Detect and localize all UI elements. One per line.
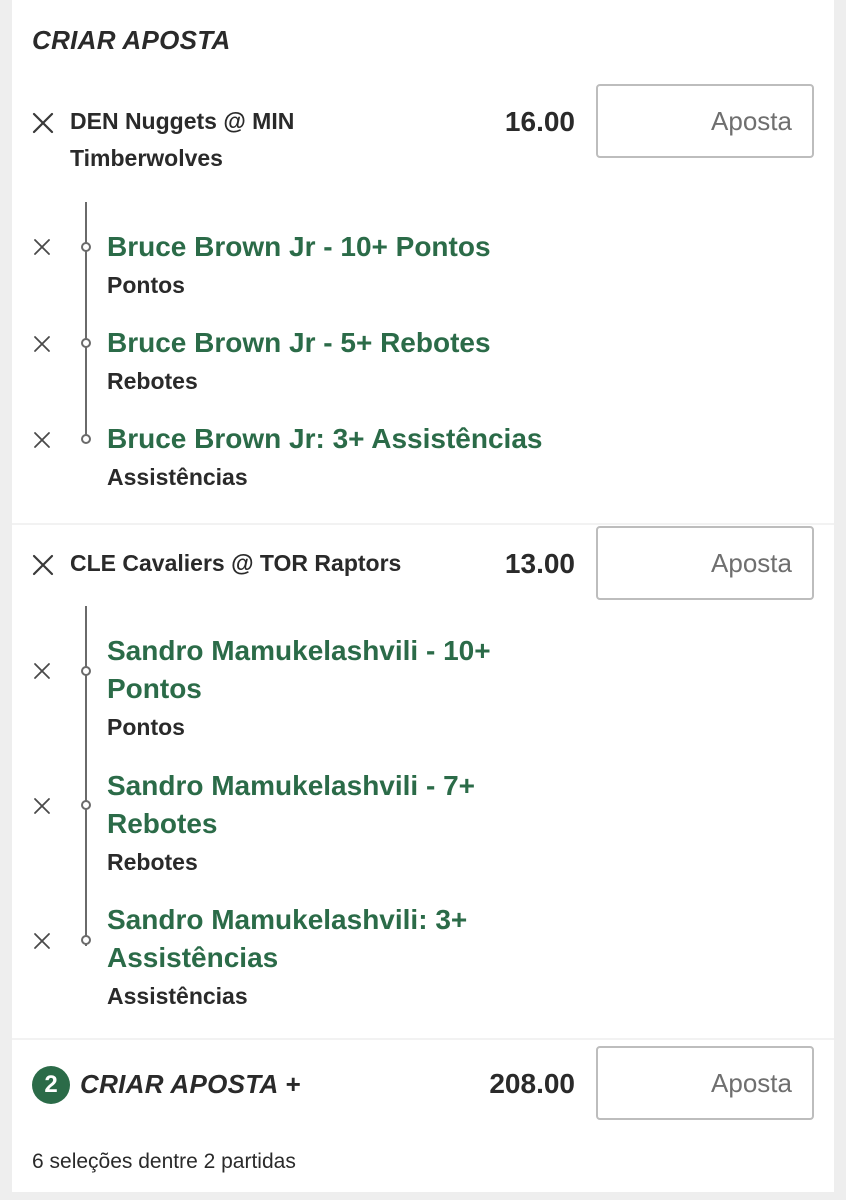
combo-stake-input[interactable] — [596, 1046, 814, 1120]
selection-summary: 6 seleções dentre 2 partidas — [32, 1150, 296, 1173]
close-icon — [34, 336, 50, 352]
remove-match-2-button[interactable] — [32, 554, 54, 576]
page-title: CRIAR APOSTA — [32, 25, 231, 55]
selection-title-line2: Pontos — [107, 673, 202, 704]
remove-match-1-button[interactable] — [32, 112, 54, 134]
selection-title: Bruce Brown Jr: 3+ Assistências — [107, 423, 543, 454]
match-1-title-line2: Timberwolves — [70, 145, 223, 171]
selection-market: Assistências — [107, 464, 248, 490]
selection-market: Pontos — [107, 714, 185, 740]
close-icon — [34, 798, 50, 814]
selection-title-line1: Sandro Mamukelashvili - 7+ — [107, 770, 476, 801]
combo-bet-label: CRIAR APOSTA + — [80, 1069, 301, 1099]
close-icon — [34, 239, 50, 255]
selection-market: Pontos — [107, 272, 185, 298]
section-divider — [12, 523, 834, 525]
match-2-timeline — [85, 606, 87, 946]
selection-title: Bruce Brown Jr - 10+ Pontos — [107, 231, 491, 262]
selection-title: Sandro Mamukelashvili: 3+ Assistências — [107, 901, 577, 977]
remove-selection-button[interactable] — [33, 932, 55, 954]
selection-count-badge: 2 — [32, 1066, 70, 1104]
selection-title-line2: Assistências — [107, 942, 279, 973]
remove-selection-button[interactable] — [33, 662, 55, 684]
close-icon — [32, 112, 54, 134]
match-1-odds: 16.00 — [504, 106, 575, 137]
close-icon — [34, 432, 50, 448]
selection-title-line2: Rebotes — [107, 808, 218, 839]
bet-slip-card: CRIAR APOSTA DEN Nuggets @ MIN Timberwol… — [12, 0, 834, 1192]
close-icon — [32, 554, 54, 576]
timeline-dot-icon — [81, 434, 91, 444]
match-1-timeline — [85, 202, 87, 442]
timeline-dot-icon — [81, 935, 91, 945]
match-2-stake-input[interactable] — [596, 526, 814, 600]
match-1-title-line1: DEN Nuggets @ MIN — [70, 108, 295, 134]
selection-title: Bruce Brown Jr - 5+ Rebotes — [107, 327, 491, 358]
timeline-dot-icon — [81, 338, 91, 348]
selection-title-line1: Sandro Mamukelashvili: 3+ — [107, 904, 468, 935]
selection-market: Rebotes — [107, 849, 198, 875]
selection-market: Rebotes — [107, 368, 198, 394]
close-icon — [34, 933, 50, 949]
remove-selection-button[interactable] — [33, 797, 55, 819]
remove-selection-button[interactable] — [33, 238, 55, 260]
timeline-dot-icon — [81, 242, 91, 252]
close-icon — [34, 663, 50, 679]
timeline-dot-icon — [81, 666, 91, 676]
combo-odds: 208.00 — [489, 1068, 575, 1099]
match-2-odds: 13.00 — [504, 548, 575, 579]
match-1-stake-input[interactable] — [596, 84, 814, 158]
match-1-title: DEN Nuggets @ MIN Timberwolves — [70, 103, 294, 177]
selection-title: Sandro Mamukelashvili - 10+ Pontos — [107, 632, 577, 708]
remove-selection-button[interactable] — [33, 335, 55, 357]
match-2-title: CLE Cavaliers @ TOR Raptors — [70, 550, 402, 576]
timeline-dot-icon — [81, 800, 91, 810]
selection-title: Sandro Mamukelashvili - 7+ Rebotes — [107, 767, 577, 843]
selection-title-line1: Sandro Mamukelashvili - 10+ — [107, 635, 491, 666]
remove-selection-button[interactable] — [33, 431, 55, 453]
section-divider — [12, 1038, 834, 1040]
selection-market: Assistências — [107, 983, 248, 1009]
